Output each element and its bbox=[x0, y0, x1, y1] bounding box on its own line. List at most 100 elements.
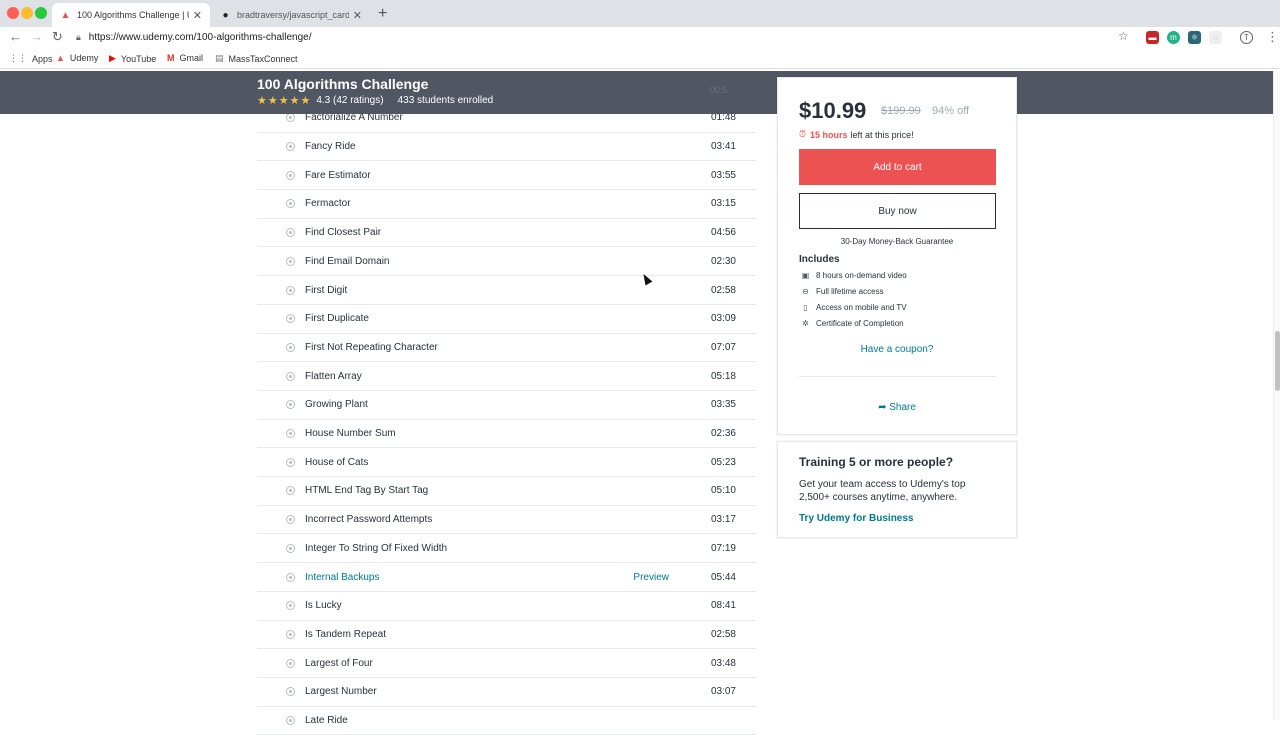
play-circle-icon bbox=[286, 170, 295, 180]
price-timer: ⏰︎ 15 hours left at this price! bbox=[799, 129, 914, 140]
tab-udemy-course[interactable]: ▲ 100 Algorithms Challenge | Ud ✕ bbox=[52, 3, 210, 27]
more-menu-icon[interactable]: ⋮ bbox=[1266, 29, 1279, 45]
lecture-duration: 05:23 bbox=[710, 456, 736, 468]
forward-arrow-icon[interactable]: → bbox=[30, 29, 43, 44]
include-label: Access on mobile and TV bbox=[816, 303, 907, 312]
back-arrow-icon[interactable]: ← bbox=[9, 29, 22, 44]
include-lifetime: ⊖ Full lifetime access bbox=[801, 287, 884, 296]
discount-percent: 94% off bbox=[932, 105, 970, 117]
money-back-guarantee: 30-Day Money-Back Guarantee bbox=[840, 237, 954, 246]
bookmark-masstaxconnect[interactable]: ▤ MassTaxConnect bbox=[215, 53, 298, 64]
scrollbar-thumb[interactable] bbox=[1275, 331, 1280, 391]
play-circle-icon bbox=[286, 371, 295, 381]
lecture-duration: 07:19 bbox=[710, 542, 736, 554]
url-field[interactable]: 🔒︎ https://www.udemy.com/100-algorithms-… bbox=[76, 29, 1138, 46]
lecture-title: Incorrect Password Attempts bbox=[305, 514, 433, 526]
lecture-row: Is Tandem Repeat 02:58 bbox=[257, 621, 756, 650]
play-circle-icon bbox=[286, 429, 295, 439]
extension-green-icon[interactable]: m bbox=[1167, 31, 1180, 44]
lecture-row: Fermactor 03:15 bbox=[257, 190, 756, 219]
lecture-duration: 05:44 bbox=[710, 571, 736, 583]
lecture-duration: 03:55 bbox=[710, 169, 736, 181]
lecture-title[interactable]: Internal Backups bbox=[305, 572, 380, 583]
bookmark-gmail[interactable]: M Gmail bbox=[167, 53, 203, 63]
try-business-link[interactable]: Try Udemy for Business bbox=[799, 513, 913, 524]
play-circle-icon bbox=[286, 228, 295, 238]
profile-avatar-icon[interactable]: T bbox=[1240, 31, 1253, 44]
lecture-row: Fancy Ride 03:41 bbox=[257, 133, 756, 162]
address-bar: ← → ↻ 🔒︎ https://www.udemy.com/100-algor… bbox=[0, 27, 1280, 48]
current-price: $10.99 bbox=[799, 98, 867, 123]
bookmark-label: Apps bbox=[32, 53, 53, 64]
include-mobile: ▯ Access on mobile and TV bbox=[801, 303, 907, 312]
extension-red-icon[interactable]: ▬ bbox=[1146, 31, 1159, 44]
share-button[interactable]: ➦ Share bbox=[778, 402, 1016, 413]
bookmark-star-icon[interactable]: ☆ bbox=[1118, 29, 1129, 43]
lecture-title: First Duplicate bbox=[305, 313, 369, 325]
lecture-duration: 04:56 bbox=[710, 227, 736, 239]
minimize-window-button[interactable] bbox=[21, 7, 33, 19]
lecture-row: Find Email Domain 02:30 bbox=[257, 248, 756, 277]
lecture-row: Flatten Array 05:18 bbox=[257, 362, 756, 391]
tab-github[interactable]: ● bradtraversy/javascript_cardio ✕ bbox=[212, 3, 370, 27]
play-circle-icon bbox=[286, 515, 295, 525]
lecture-duration: 03:09 bbox=[710, 313, 736, 325]
lecture-title: Growing Plant bbox=[305, 399, 368, 411]
lecture-row: House Number Sum 02:36 bbox=[257, 420, 756, 449]
lecture-duration: 05:10 bbox=[710, 485, 736, 497]
course-sticky-header: 100 Algorithms Challenge ★★★★★ 4.3 (42 r… bbox=[0, 71, 1273, 114]
play-circle-icon bbox=[286, 601, 295, 611]
lecture-title: Is Lucky bbox=[305, 600, 342, 612]
add-to-cart-button[interactable]: Add to cart bbox=[799, 149, 996, 185]
close-window-button[interactable] bbox=[7, 7, 19, 19]
lecture-row[interactable]: Internal Backups Preview 05:44 bbox=[257, 563, 756, 592]
lecture-duration: 02:58 bbox=[710, 284, 736, 296]
github-icon: ● bbox=[222, 9, 229, 21]
lecture-title: Integer To String Of Fixed Width bbox=[305, 542, 448, 554]
play-circle-icon bbox=[286, 256, 295, 266]
preview-link[interactable]: Preview bbox=[633, 572, 669, 583]
bookmark-youtube[interactable]: ▶ YouTube bbox=[109, 53, 156, 64]
lock-icon: 🔒︎ bbox=[76, 32, 81, 42]
udemy-icon: ▲ bbox=[60, 9, 71, 21]
share-arrow-icon: ➦ bbox=[878, 402, 887, 413]
extension-react-icon[interactable]: ⚛ bbox=[1188, 31, 1201, 44]
lecture-title: Flatten Array bbox=[305, 370, 362, 382]
lecture-row: First Duplicate 03:09 bbox=[257, 305, 756, 334]
play-circle-icon bbox=[286, 486, 295, 496]
document-icon: ▤ bbox=[215, 53, 224, 63]
bookmark-apps[interactable]: ⋮⋮ Apps bbox=[9, 53, 53, 64]
buy-now-button[interactable]: Buy now bbox=[799, 193, 996, 229]
include-certificate: ✲ Certificate of Completion bbox=[801, 319, 903, 328]
lecture-title: Fare Estimator bbox=[305, 169, 371, 181]
page-scrollbar[interactable] bbox=[1273, 71, 1280, 720]
play-circle-icon bbox=[286, 687, 295, 697]
original-price: $199.99 bbox=[881, 105, 921, 117]
reload-icon[interactable]: ↻ bbox=[52, 29, 63, 45]
include-label: Full lifetime access bbox=[816, 287, 884, 296]
lecture-duration: 03:07 bbox=[710, 686, 736, 698]
lecture-row: Find Closest Pair 04:56 bbox=[257, 219, 756, 248]
includes-heading: Includes bbox=[799, 254, 840, 265]
lecture-duration: 03:48 bbox=[710, 657, 736, 669]
lecture-row: Incorrect Password Attempts 03:17 bbox=[257, 506, 756, 535]
maximize-window-button[interactable] bbox=[35, 7, 47, 19]
play-circle-icon bbox=[286, 716, 295, 726]
divider bbox=[799, 376, 996, 377]
lecture-duration: 03:17 bbox=[710, 514, 736, 526]
lecture-title: Largest of Four bbox=[305, 657, 373, 669]
extension-gray-icon[interactable]: ◌ bbox=[1209, 31, 1222, 44]
business-card: Training 5 or more people? Get your team… bbox=[777, 441, 1017, 538]
play-circle-icon bbox=[286, 572, 295, 582]
new-tab-button[interactable]: + bbox=[378, 5, 387, 23]
play-circle-icon bbox=[286, 342, 295, 352]
udemy-icon: ▲ bbox=[56, 53, 65, 63]
bookmark-udemy[interactable]: ▲ Udemy bbox=[56, 53, 98, 63]
lecture-row: HTML End Tag By Start Tag 05:10 bbox=[257, 477, 756, 506]
faded-lecture-time: 00:5 bbox=[710, 85, 728, 95]
coupon-link[interactable]: Have a coupon? bbox=[778, 344, 1016, 355]
close-icon[interactable]: ✕ bbox=[193, 9, 202, 22]
lecture-duration: 03:41 bbox=[710, 141, 736, 153]
close-icon[interactable]: ✕ bbox=[353, 9, 362, 22]
lecture-duration: 08:41 bbox=[710, 600, 736, 612]
